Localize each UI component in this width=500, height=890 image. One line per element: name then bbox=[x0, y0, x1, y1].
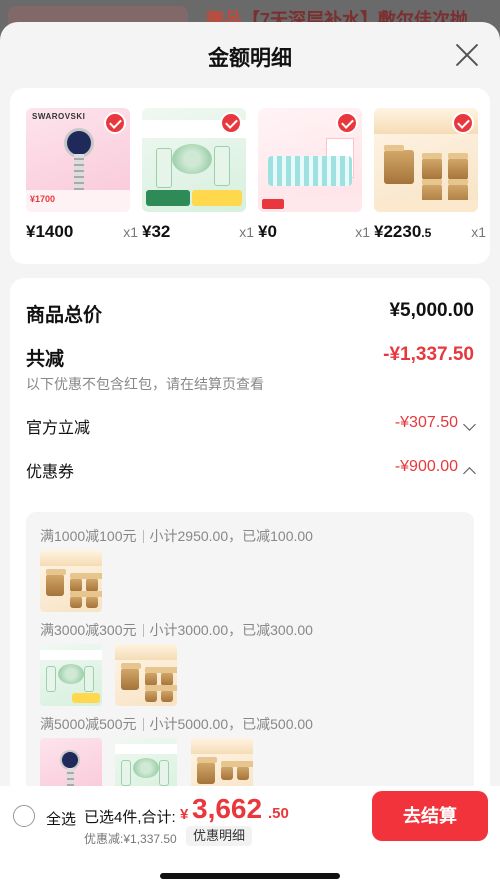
select-all-radio[interactable] bbox=[13, 805, 35, 827]
product-price: ¥1400 bbox=[26, 222, 74, 241]
coupon-tier: 满5000减500元 小计5000.00，已减500.00 bbox=[40, 714, 313, 800]
lancome-cream-thumb bbox=[115, 644, 178, 706]
flower-graphic bbox=[172, 144, 212, 174]
product-item[interactable]: ¥2230.5 x1 bbox=[374, 108, 486, 241]
product-price: ¥32 bbox=[142, 222, 171, 241]
swarovski-watch-image: SWAROVSKI ¥1700 bbox=[26, 108, 130, 212]
product-qty: x1 bbox=[471, 224, 486, 240]
amount-detail-sheet: 金额明细 SWAROVSKI ¥1700 ¥1400 x1 ¥32 x1 ¥0 … bbox=[0, 22, 500, 890]
price-summary: 商品总价 ¥5,000.00 共减 -¥1,337.50 以下优惠不包含红包，请… bbox=[10, 278, 490, 818]
coupon-tier-text: 满3000减300元 小计3000.00，已减300.00 bbox=[40, 620, 313, 640]
selected-count: 已选4件,合计: bbox=[84, 809, 176, 826]
product-qty: x1 bbox=[123, 224, 138, 240]
coupon-tier-text: 满5000减500元 小计5000.00，已减500.00 bbox=[40, 714, 313, 734]
tray-graphic bbox=[268, 156, 352, 186]
coupon-label: 优惠券 bbox=[26, 464, 75, 481]
doctorli-serum-thumb bbox=[40, 644, 102, 706]
discount-note: 以下优惠不包含红包，请在结算页查看 bbox=[26, 376, 264, 392]
total-reduce-label: 共减 bbox=[26, 349, 65, 370]
official-discount-label: 官方立减 bbox=[26, 420, 91, 437]
product-qty: x1 bbox=[239, 224, 254, 240]
coupon-tiers: 满1000减100元 小计2950.00，已减100.00 满3000减300元… bbox=[26, 512, 474, 818]
checkout-button[interactable]: 去结算 bbox=[372, 791, 488, 841]
coupon-tier-detail: 小计2950.00，已减100.00 bbox=[149, 528, 313, 544]
coupon-tier-detail: 小计5000.00，已减500.00 bbox=[149, 716, 313, 732]
promo-bar-graphic bbox=[258, 196, 362, 212]
lancome-cream-thumb bbox=[40, 550, 102, 612]
jar-graphic bbox=[448, 153, 468, 180]
products-row: SWAROVSKI ¥1700 ¥1400 x1 ¥32 x1 ¥0 x1 ¥2… bbox=[10, 88, 490, 264]
selected-check-icon bbox=[104, 112, 126, 134]
watch-band-graphic bbox=[74, 154, 84, 190]
coupon-tier-rule: 满3000减300元 bbox=[40, 622, 137, 638]
total-price-value: ¥5,000.00 bbox=[389, 300, 474, 321]
selected-check-icon bbox=[220, 112, 242, 134]
total-reduce-value: -¥1,337.50 bbox=[383, 344, 474, 365]
close-icon[interactable] bbox=[454, 42, 480, 68]
doctorli-serum-image bbox=[142, 108, 246, 212]
coupon-tier-text: 满1000减100元 小计2950.00，已减100.00 bbox=[40, 526, 313, 546]
promo-bar-graphic bbox=[374, 200, 478, 212]
coupon-tier: 满3000减300元 小计3000.00，已减300.00 bbox=[40, 620, 313, 706]
coupon-tier-thumbs bbox=[40, 550, 111, 616]
discount-chip-graphic bbox=[192, 190, 242, 206]
total-amount: 3,662 bbox=[192, 793, 263, 824]
coupon-tier-thumbs bbox=[40, 644, 186, 710]
vorisa-sample-image bbox=[258, 108, 362, 212]
product-qty: x1 bbox=[355, 224, 370, 240]
product-item[interactable]: SWAROVSKI ¥1700 ¥1400 x1 bbox=[26, 108, 138, 241]
product-item[interactable]: ¥32 x1 bbox=[142, 108, 254, 241]
sheet-title: 金额明细 bbox=[208, 47, 292, 70]
total-price-label: 商品总价 bbox=[26, 305, 103, 326]
home-indicator bbox=[160, 873, 340, 879]
official-discount-value: -¥307.50 bbox=[394, 414, 458, 431]
discount-detail-button[interactable]: 优惠明细 bbox=[186, 826, 253, 846]
coupon-tier-rule: 满5000减500元 bbox=[40, 716, 137, 732]
product-price: ¥0 bbox=[258, 222, 277, 241]
product-item[interactable]: ¥0 x1 bbox=[258, 108, 370, 241]
jar-graphic bbox=[384, 145, 414, 184]
deal-banner-graphic: ¥1700 bbox=[26, 190, 130, 212]
price-chip-graphic bbox=[146, 190, 190, 206]
total-amount-decimal: .50 bbox=[268, 805, 289, 822]
coupon-tier-rule: 满1000减100元 bbox=[40, 528, 137, 544]
selected-check-icon bbox=[336, 112, 358, 134]
lancome-cream-image bbox=[374, 108, 478, 212]
bottle-graphic bbox=[156, 148, 172, 188]
jar-graphic bbox=[422, 153, 442, 180]
coupon-tier-detail: 小计3000.00，已减300.00 bbox=[149, 622, 313, 638]
product-brand-logo: SWAROVSKI bbox=[32, 112, 86, 121]
bottle-graphic bbox=[214, 146, 230, 186]
product-price: ¥2230.5 bbox=[374, 222, 432, 241]
saving-amount: 优惠减:¥1,337.50 bbox=[84, 832, 177, 846]
select-all-label[interactable]: 全选 bbox=[46, 808, 76, 829]
selected-check-icon bbox=[452, 112, 474, 134]
checkout-bar: 全选 已选4件,合计: ¥ 3,662 .50 优惠减:¥1,337.50 优惠… bbox=[0, 786, 500, 890]
coupon-tier: 满1000减100元 小计2950.00，已减100.00 bbox=[40, 526, 313, 612]
total-currency: ¥ bbox=[180, 806, 189, 823]
